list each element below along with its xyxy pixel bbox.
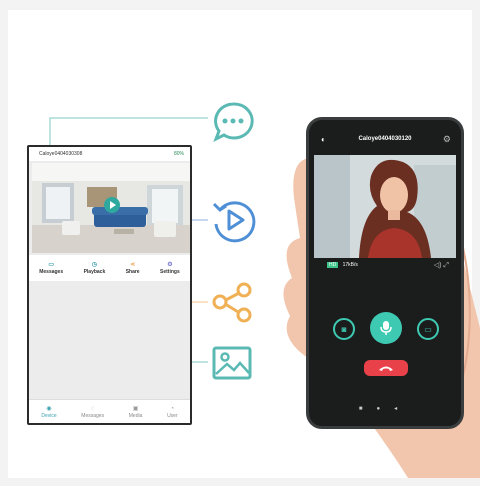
settings-gear-icon[interactable]: ⚙ — [443, 134, 451, 145]
menu-label: Settings — [160, 269, 180, 275]
menu-settings[interactable]: ⚙ Settings — [160, 261, 180, 275]
hangup-button[interactable] — [364, 360, 408, 376]
device-name: Caloye0404030308 — [39, 151, 83, 157]
user-icon: ◔ — [170, 405, 175, 412]
android-nav-bar: ■●◂ — [309, 405, 461, 412]
bottom-navigation: ◉ Device ◌ Messages ▣ Media ◔ User — [29, 399, 190, 423]
nav-media[interactable]: ▣ Media — [129, 405, 143, 419]
home-icon[interactable]: ● — [376, 406, 394, 412]
fullscreen-icon[interactable]: ⤢ — [443, 262, 449, 269]
nav-device[interactable]: ◉ Device — [41, 405, 56, 419]
menu-label: Messages — [39, 269, 64, 275]
menu-playback[interactable]: ◷ Playback — [84, 261, 106, 275]
speaker-icon[interactable]: ◁) — [434, 262, 442, 269]
menu-label: Share — [125, 269, 140, 275]
live-video-feed — [314, 155, 456, 258]
device-icon: ◉ — [46, 405, 52, 412]
share-icon — [212, 282, 252, 323]
call-device-title: Caloye0404030120 — [358, 136, 412, 142]
message-icon: ▭ — [48, 262, 54, 268]
nav-label: User — [167, 412, 178, 419]
back-nav-icon[interactable]: ◂ — [394, 406, 411, 412]
menu-messages[interactable]: ▭ Messages — [39, 261, 63, 275]
camera-preview[interactable] — [32, 163, 190, 253]
settings-icon: ⚙ — [167, 262, 173, 268]
camera-icon: ◙ — [341, 324, 347, 334]
share-icon: ⋖ — [130, 262, 136, 268]
battery-level: 80% — [173, 151, 184, 157]
nav-label: Media — [128, 412, 143, 419]
play-icon[interactable] — [104, 197, 120, 213]
talk-button[interactable] — [370, 312, 402, 344]
recents-icon[interactable]: ■ — [359, 406, 377, 412]
playback-icon — [212, 201, 256, 243]
nav-messages[interactable]: ◌ Messages — [81, 405, 104, 419]
menu-share[interactable]: ⋖ Share — [126, 261, 140, 275]
device-menu-row: ▭ Messages ◷ Playback ⋖ Share ⚙ Settings — [29, 255, 190, 281]
status-bar: Caloye0404030308 80% — [29, 147, 190, 161]
menu-label: Playback — [83, 269, 106, 275]
snapshot-button[interactable]: ◙ — [333, 318, 355, 340]
stream-speed: 17kB/s — [342, 262, 358, 268]
messages-icon: ◌ — [90, 405, 95, 412]
video-controls: ◁) ⤢ — [434, 261, 449, 270]
nav-user[interactable]: ◔ User — [167, 405, 178, 419]
nav-label: Device — [41, 412, 57, 419]
chat-bubble-icon — [213, 102, 254, 143]
playback-icon: ◷ — [91, 262, 98, 268]
stream-info: HD 17kB/s — [327, 262, 358, 268]
media-icon: ▣ — [132, 405, 139, 412]
app-phone-screen: Caloye0404030308 80% ▭ Messages ◷ Playba… — [27, 145, 192, 425]
hangup-icon — [379, 366, 393, 371]
nav-label: Messages — [81, 412, 105, 419]
video-icon: ▭ — [424, 324, 432, 334]
image-icon — [212, 346, 252, 380]
record-button[interactable]: ▭ — [417, 318, 439, 340]
quality-badge[interactable]: HD — [327, 262, 339, 268]
microphone-icon — [380, 321, 392, 335]
call-phone-screen: ◐ Caloye0404030120 ⚙ HD 17kB/s ◁) ⤢ ◙ ▭ … — [306, 117, 464, 429]
